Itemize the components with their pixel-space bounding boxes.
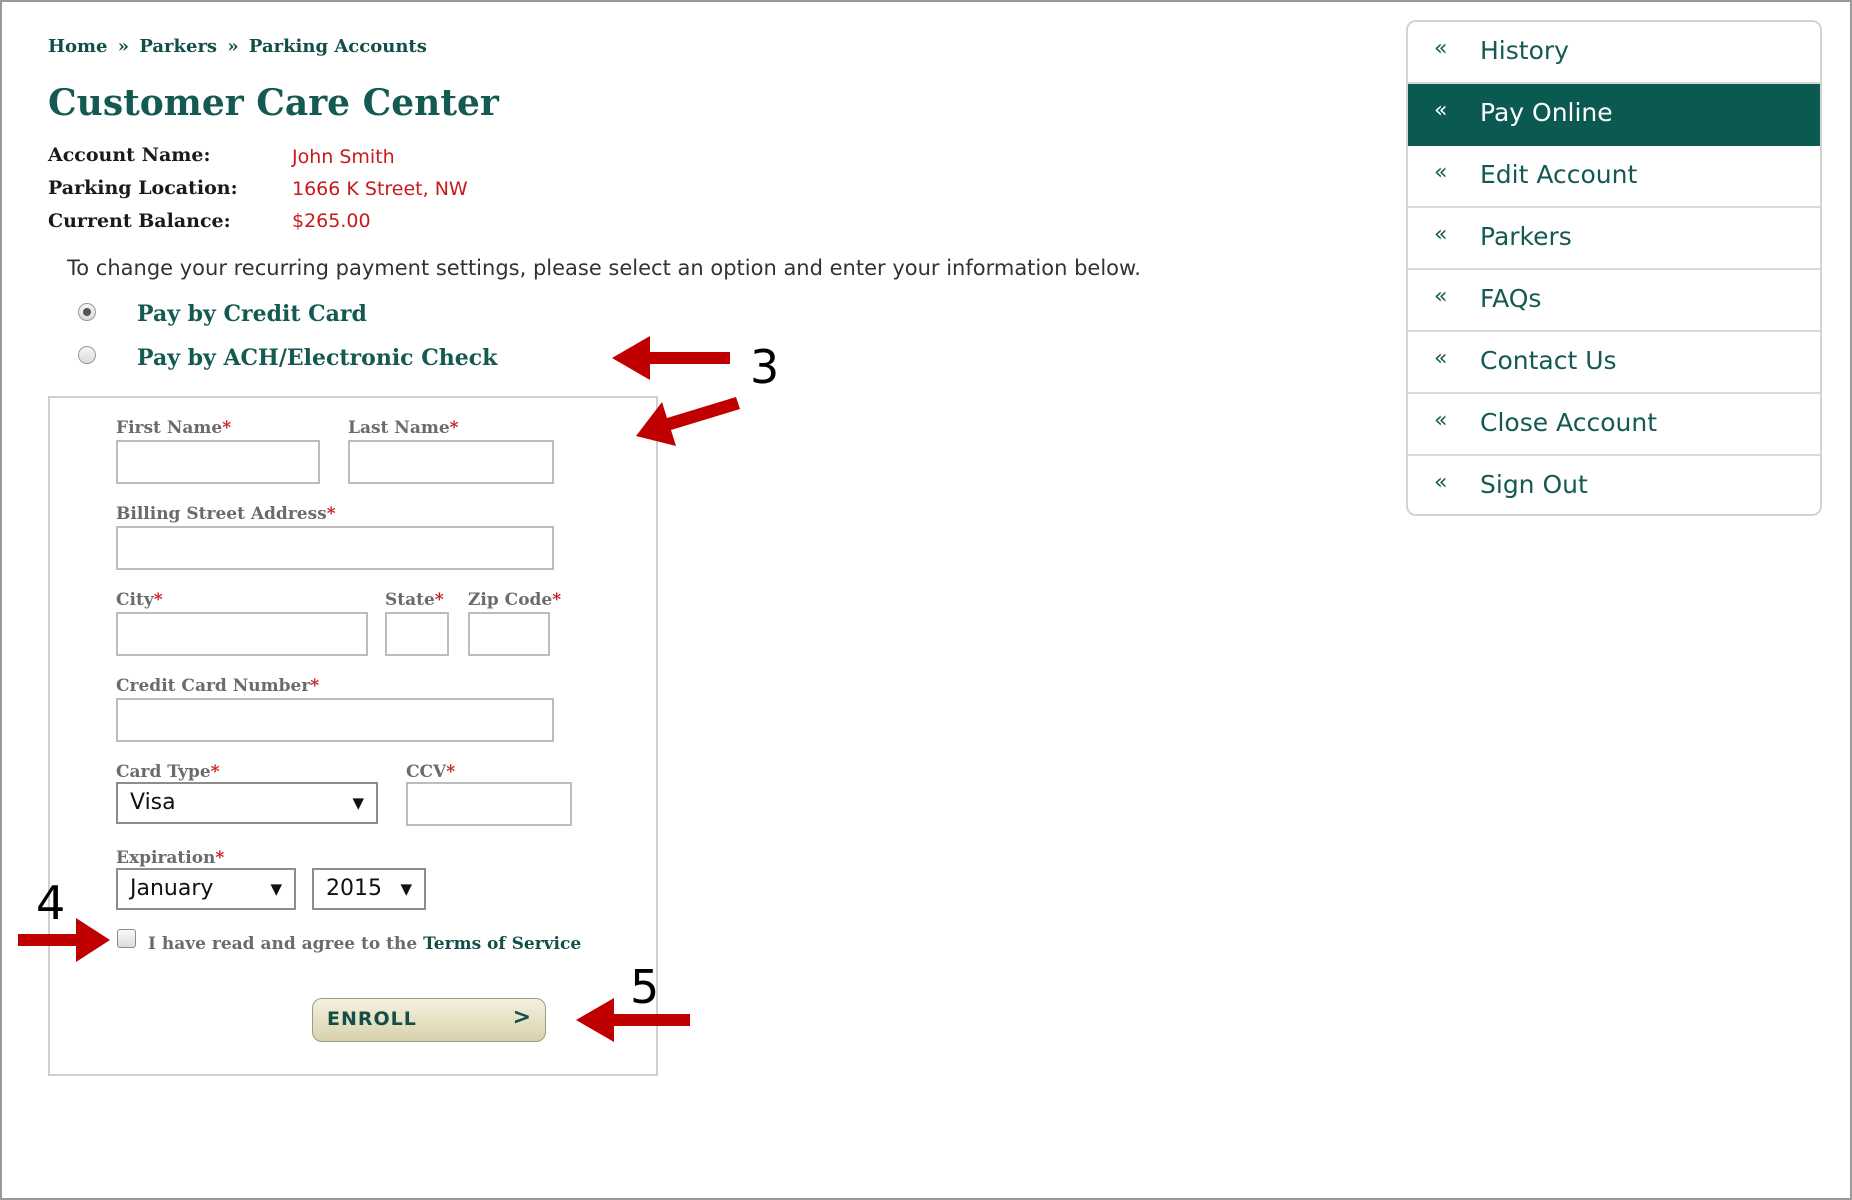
annotation-number-3: 3 [750,340,780,394]
annotation-arrow-3b [636,397,740,446]
annotation-arrow-3a [612,336,730,380]
annotation-number-5: 5 [630,960,660,1014]
annotation-number-4: 4 [36,876,66,930]
annotation-arrows [18,336,740,1042]
